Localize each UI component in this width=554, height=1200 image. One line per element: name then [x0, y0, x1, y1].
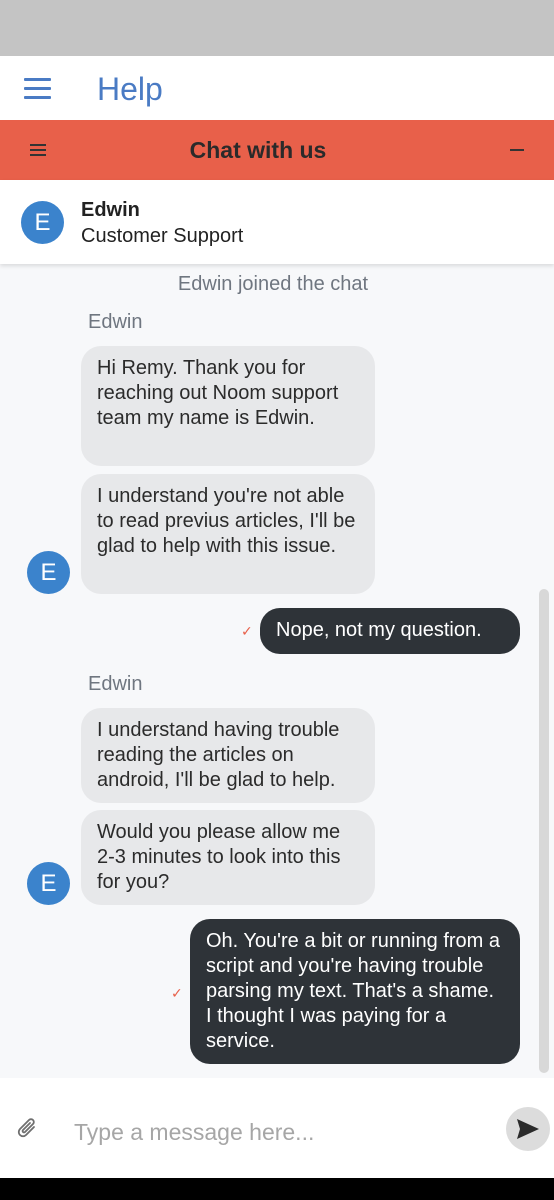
- menu-icon[interactable]: [24, 78, 51, 100]
- user-message-bubble: Nope, not my question.: [260, 608, 520, 654]
- agent-role: Customer Support: [81, 225, 244, 247]
- agent-message-bubble: I understand you're not able to read pre…: [81, 474, 375, 594]
- agent-card: E Edwin Customer Support: [0, 180, 554, 264]
- minimize-icon[interactable]: [503, 140, 531, 160]
- send-button[interactable]: [506, 1107, 550, 1151]
- status-bar: [0, 0, 554, 56]
- chat-messages[interactable]: Edwin joined the chat Edwin Hi Remy. Tha…: [0, 264, 554, 1078]
- agent-message-bubble: Hi Remy. Thank you for reaching out Noom…: [81, 346, 375, 466]
- check-icon: ✓: [241, 623, 253, 639]
- chat-header: Chat with us: [0, 120, 554, 180]
- system-message: Edwin joined the chat: [177, 273, 369, 295]
- sender-name: Edwin: [88, 673, 143, 695]
- chat-title: Chat with us: [189, 137, 327, 163]
- agent-name: Edwin: [81, 199, 140, 221]
- avatar: E: [21, 201, 64, 244]
- send-icon: [517, 1119, 539, 1139]
- sender-name: Edwin: [88, 311, 143, 333]
- user-message-bubble: Oh. You're a bit or running from a scrip…: [190, 919, 520, 1064]
- agent-message-bubble: I understand having trouble reading the …: [81, 708, 375, 803]
- check-icon: ✓: [171, 985, 183, 1001]
- message-input[interactable]: [64, 1108, 504, 1156]
- agent-message-bubble: Would you please allow me 2-3 minutes to…: [81, 810, 375, 905]
- avatar: E: [27, 862, 70, 905]
- app-header: Help: [0, 56, 554, 120]
- scrollbar[interactable]: [539, 589, 549, 1073]
- message-composer: [0, 1078, 554, 1178]
- navigation-bar: [0, 1178, 554, 1200]
- page-title: Help: [97, 71, 163, 107]
- avatar: E: [27, 551, 70, 594]
- paperclip-icon[interactable]: [14, 1116, 40, 1142]
